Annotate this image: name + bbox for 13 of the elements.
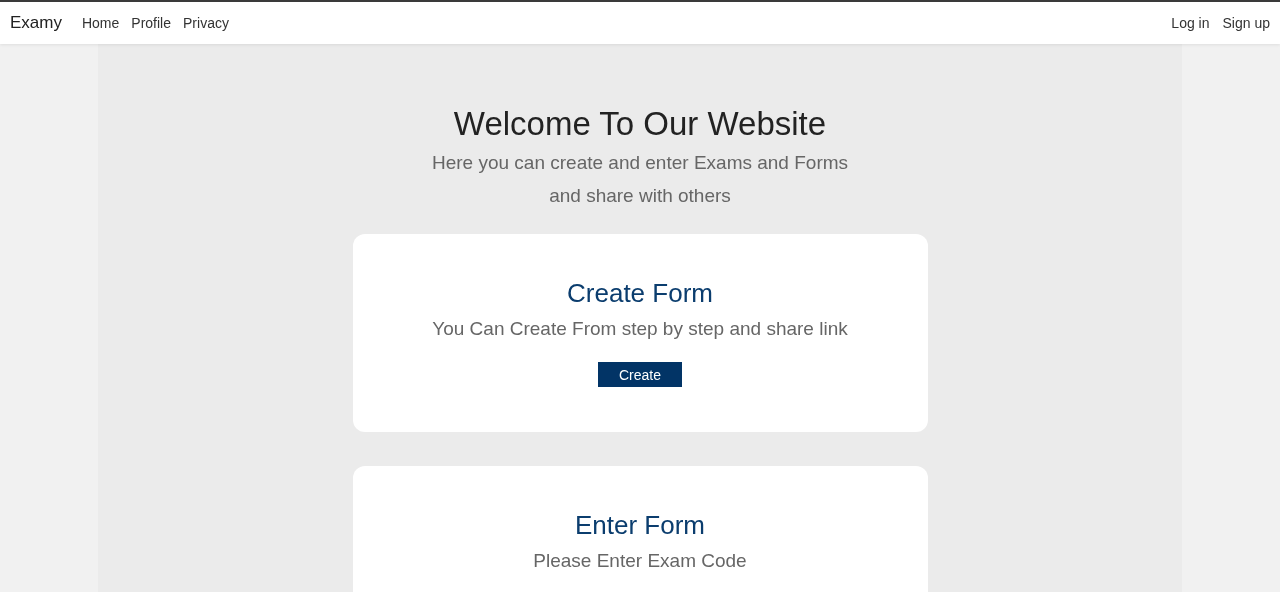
card-text: Please Enter Exam Code	[533, 549, 747, 573]
card-text: You Can Create From step by step and share link	[432, 317, 848, 341]
account-link[interactable]: Sign up	[1222, 15, 1270, 31]
create-button[interactable]: Create	[598, 362, 682, 387]
account-link[interactable]: Log in	[1171, 15, 1210, 31]
card-title: Create Form	[567, 277, 713, 310]
nav-link[interactable]: Home	[81, 15, 120, 31]
nav-link[interactable]: Profile	[131, 15, 171, 31]
card-title: Enter Form	[575, 509, 705, 542]
page-subtitle: Here you can create and enter Exams and Forms and share with others	[430, 151, 850, 208]
nav-link[interactable]: Privacy	[183, 15, 229, 31]
brand-link[interactable]: Examy	[10, 13, 62, 33]
page-title: Welcome To Our Website	[453, 104, 827, 144]
